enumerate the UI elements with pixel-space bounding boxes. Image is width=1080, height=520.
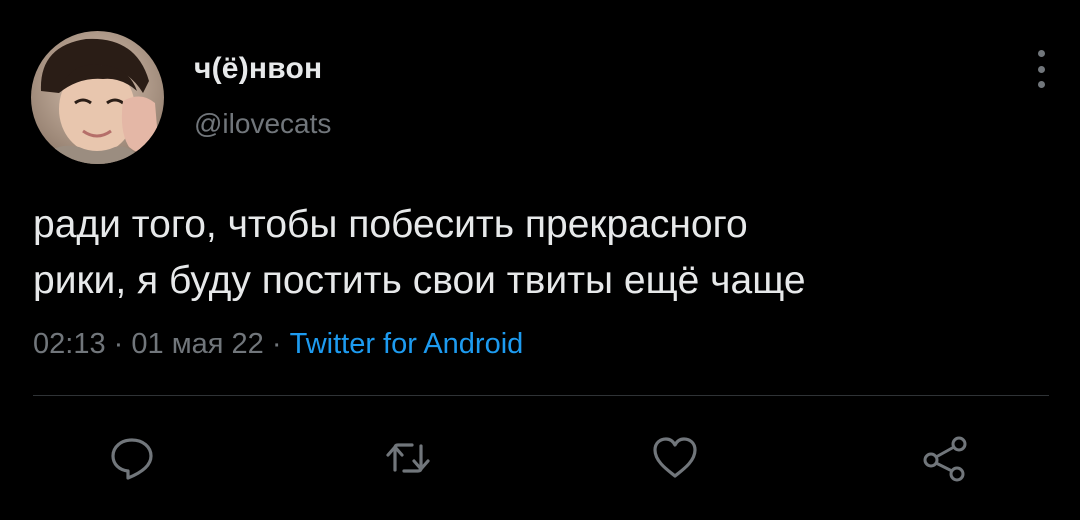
meta-separator: ·: [271, 328, 282, 360]
more-dot-icon: [1037, 50, 1045, 57]
more-options-button[interactable]: [1026, 46, 1056, 92]
author-handle[interactable]: @ilovecats: [194, 108, 331, 140]
heart-icon: [653, 437, 697, 478]
divider: [33, 395, 1049, 396]
tweet-time[interactable]: 02:13: [33, 328, 106, 360]
retweet-icon: [386, 443, 430, 473]
tweet-meta: 02:13 · 01 мая 22 · Twitter for Android: [33, 328, 523, 361]
tweet-source-link[interactable]: Twitter for Android: [290, 328, 524, 360]
tweet-date[interactable]: 01 мая 22: [131, 328, 263, 360]
more-dot-icon: [1037, 81, 1045, 88]
like-button[interactable]: [651, 434, 699, 482]
avatar-image: [31, 31, 164, 164]
meta-separator: ·: [113, 328, 124, 360]
tweet-text-line: рики, я буду постить свои твиты ещё чаще: [33, 259, 806, 302]
tweet-text-line: ради того, чтобы побесить прекрасного: [33, 203, 748, 246]
author-display-name[interactable]: ч(ё)нвон: [194, 52, 322, 86]
retweet-button[interactable]: [384, 434, 432, 482]
share-icon: [923, 436, 967, 482]
reply-icon: [111, 438, 153, 480]
share-button[interactable]: [921, 434, 969, 482]
tweet-text: ради того, чтобы побесить прекрасного ри…: [33, 197, 1043, 309]
reply-button[interactable]: [108, 434, 156, 482]
more-dot-icon: [1037, 65, 1045, 73]
avatar[interactable]: [31, 31, 164, 164]
